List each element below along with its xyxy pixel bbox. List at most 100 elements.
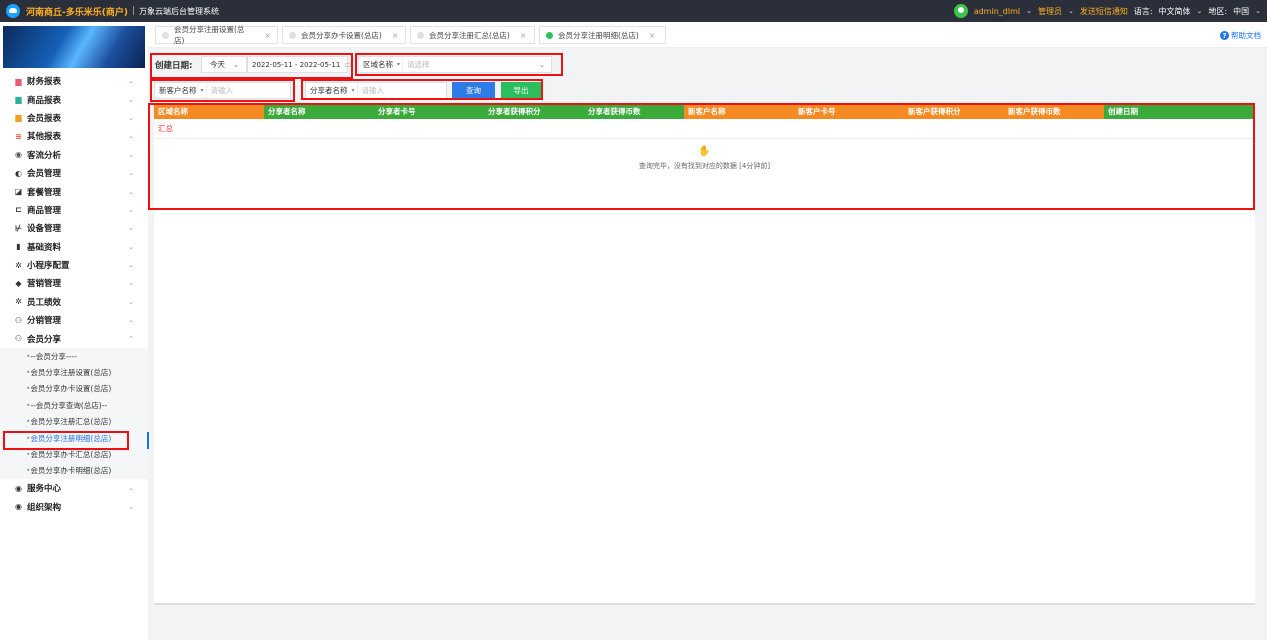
chevron-down-icon[interactable]: ⌄	[1255, 7, 1261, 15]
close-icon[interactable]: ×	[649, 31, 656, 40]
new-customer-name-input[interactable]: 请输入	[205, 83, 290, 98]
sidebar-item-m6[interactable]: ◪ 套餐管理 ⌄	[0, 182, 148, 200]
sidebar-item-m5[interactable]: ◐ 会员管理 ⌄	[0, 164, 148, 182]
chevron-up-icon: ⌃	[128, 334, 134, 343]
sidebar-subitem-label: 会员分享办卡设置(总店)	[30, 384, 112, 394]
sidebar-item-m2[interactable]: ▆ 会员报表 ⌄	[0, 109, 148, 127]
sidebar-subitem[interactable]: • 会员分享办卡明细(总店)	[0, 463, 148, 479]
horizontal-scrollbar[interactable]	[154, 603, 1255, 605]
export-button[interactable]: 导出	[501, 82, 541, 99]
sidebar-item-label: 员工绩效	[27, 297, 62, 308]
users-icon: ⚇	[14, 334, 23, 344]
sidebar-subitem-label: 会员分享注册设置(总店)	[30, 367, 112, 377]
date-preset-select[interactable]: 今天 ⌄	[201, 56, 247, 73]
column-header[interactable]: 新客户获得币数	[1004, 104, 1104, 119]
tab-label: 会员分享注册设置(总店)	[173, 25, 245, 45]
sidebar-subitem[interactable]: • 会员分享注册明细(总店)	[0, 430, 148, 446]
column-header[interactable]: 分享者卡号	[374, 104, 484, 119]
sidebar-item-m11[interactable]: ◆ 营销管理 ⌄	[0, 274, 148, 292]
tab-status-dot	[162, 31, 169, 39]
sidebar-item-m8[interactable]: ⊬ 设备管理 ⌄	[0, 219, 148, 237]
device-icon: ⊬	[14, 223, 23, 233]
sidebar-item-m14[interactable]: ⚇ 会员分享 ⌃	[0, 329, 148, 347]
caret-down-icon: ▾	[351, 87, 355, 94]
chevron-down-icon[interactable]: ⌄	[1197, 7, 1203, 15]
caret-down-icon: ▾	[200, 87, 204, 94]
sidebar-item-t1[interactable]: ◉ 组织架构 ⌄	[0, 497, 148, 515]
sidebar-item-m10[interactable]: ✲ 小程序配置 ⌄	[0, 256, 148, 274]
tab-status-dot	[417, 31, 424, 39]
chevron-down-icon: ⌄	[233, 60, 240, 69]
goods-report-icon: ▆	[15, 95, 22, 105]
users-icon: ⚇	[14, 315, 23, 325]
member-icon: ◐	[15, 168, 22, 178]
chevron-down-icon[interactable]: ⌄	[1026, 7, 1032, 15]
sidebar-subitem[interactable]: • 会员分享注册设置(总店)	[0, 364, 148, 380]
sidebar-item-label: 客流分析	[27, 150, 62, 161]
tab-label: 会员分享注册明细(总店)	[558, 30, 639, 40]
package-icon: ◪	[14, 187, 23, 197]
sharer-name-field[interactable]: 分享者名称 ▾ 请输入	[305, 82, 447, 99]
tab-0[interactable]: 会员分享注册设置(总店) ×	[155, 25, 278, 45]
close-icon[interactable]: ×	[264, 31, 271, 40]
sidebar-subitem-label: --会员分享查询(总店)--	[30, 400, 108, 410]
close-icon[interactable]: ×	[392, 31, 399, 40]
sidebar-item-m13[interactable]: ⚇ 分销管理 ⌄	[0, 311, 148, 329]
language-select[interactable]: 中文简体	[1159, 6, 1191, 17]
gear-icon: ✲	[15, 297, 22, 307]
sidebar-item-label: 组织架构	[27, 502, 62, 513]
sidebar-item-label: 会员分享	[27, 334, 62, 345]
sidebar-item-label: 其他报表	[27, 132, 62, 143]
region-select[interactable]: 区域名称 ▾ 请选择 ⌄	[358, 56, 552, 73]
column-header[interactable]: 区域名称	[154, 104, 264, 119]
sidebar-subitem[interactable]: • 会员分享办卡设置(总店)	[0, 381, 148, 397]
chevron-down-icon[interactable]: ⌄	[1068, 7, 1074, 15]
new-customer-name-field[interactable]: 新客户名称 ▾ 请输入	[154, 82, 291, 99]
tab-2[interactable]: 会员分享注册汇总(总店) ×	[410, 26, 535, 44]
sidebar-subitem[interactable]: • 会员分享注册汇总(总店)	[0, 413, 148, 429]
table-header: 区域名称 分享者名称 分享者卡号 分享者获得积分 分享者获得币数 新客户名称 新客户卡号 新客…	[154, 104, 1255, 119]
column-header[interactable]: 新客户名称	[684, 104, 794, 119]
sidebar-item-label: 会员管理	[27, 169, 62, 180]
close-icon[interactable]: ×	[520, 31, 527, 40]
sidebar-item-label: 商品报表	[27, 95, 62, 106]
help-docs-link[interactable]: ? 帮助文档	[1220, 30, 1261, 41]
calendar-icon: ▭	[344, 60, 352, 69]
avatar[interactable]	[953, 4, 968, 18]
role-menu[interactable]: 管理员	[1038, 6, 1062, 17]
sidebar-item-t0[interactable]: ◉ 服务中心 ⌄	[0, 479, 148, 497]
tab-1[interactable]: 会员分享办卡设置(总店) ×	[282, 26, 406, 44]
sidebar-item-label: 商品管理	[27, 205, 62, 216]
send-sms-link[interactable]: 发送短信通知	[1080, 6, 1128, 17]
document-icon: ▮	[16, 242, 21, 252]
chevron-down-icon: ⌄	[128, 77, 134, 86]
summary-label: 汇总	[158, 124, 173, 133]
column-header[interactable]: 分享者获得币数	[584, 104, 684, 119]
sidebar-subitem[interactable]: • 会员分享办卡汇总(总店)	[0, 446, 148, 462]
sidebar-item-m0[interactable]: ▆ 财务报表 ⌄	[0, 72, 148, 90]
sidebar-item-m4[interactable]: ◉ 客流分析 ⌄	[0, 146, 148, 164]
sidebar-item-m9[interactable]: ▮ 基础资料 ⌄	[0, 238, 148, 256]
sidebar-subitem[interactable]: • --会员分享----	[0, 348, 148, 364]
sidebar-item-label: 财务报表	[27, 77, 62, 88]
query-button[interactable]: 查询	[452, 82, 495, 99]
sidebar-item-m7[interactable]: ⊏ 商品管理 ⌄	[0, 201, 148, 219]
user-menu[interactable]: admin_dlml	[974, 7, 1020, 16]
column-header[interactable]: 新客户获得积分	[904, 104, 1004, 119]
column-header[interactable]: 创建日期	[1104, 104, 1255, 119]
region-select-label: 区域名称	[363, 60, 393, 69]
title-separator: |	[131, 6, 136, 16]
sidebar-item-m12[interactable]: ✲ 员工绩效 ⌄	[0, 293, 148, 311]
date-range-value: 2022-05-11 - 2022-05-11	[252, 60, 341, 69]
tab-3[interactable]: 会员分享注册明细(总店) ×	[539, 26, 666, 44]
column-header[interactable]: 分享者获得积分	[484, 104, 584, 119]
sidebar-item-m1[interactable]: ▆ 商品报表 ⌄	[0, 90, 148, 108]
chevron-down-icon: ⌄	[128, 205, 134, 214]
sidebar-item-m3[interactable]: ≋ 其他报表 ⌄	[0, 127, 148, 145]
sharer-name-input[interactable]: 请输入	[356, 83, 446, 98]
date-range-input[interactable]: 2022-05-11 - 2022-05-11 ▭	[247, 56, 352, 73]
region-select[interactable]: 中国	[1233, 6, 1249, 17]
column-header[interactable]: 新客户卡号	[794, 104, 904, 119]
column-header[interactable]: 分享者名称	[264, 104, 374, 119]
sidebar-subitem[interactable]: • --会员分享查询(总店)--	[0, 397, 148, 413]
